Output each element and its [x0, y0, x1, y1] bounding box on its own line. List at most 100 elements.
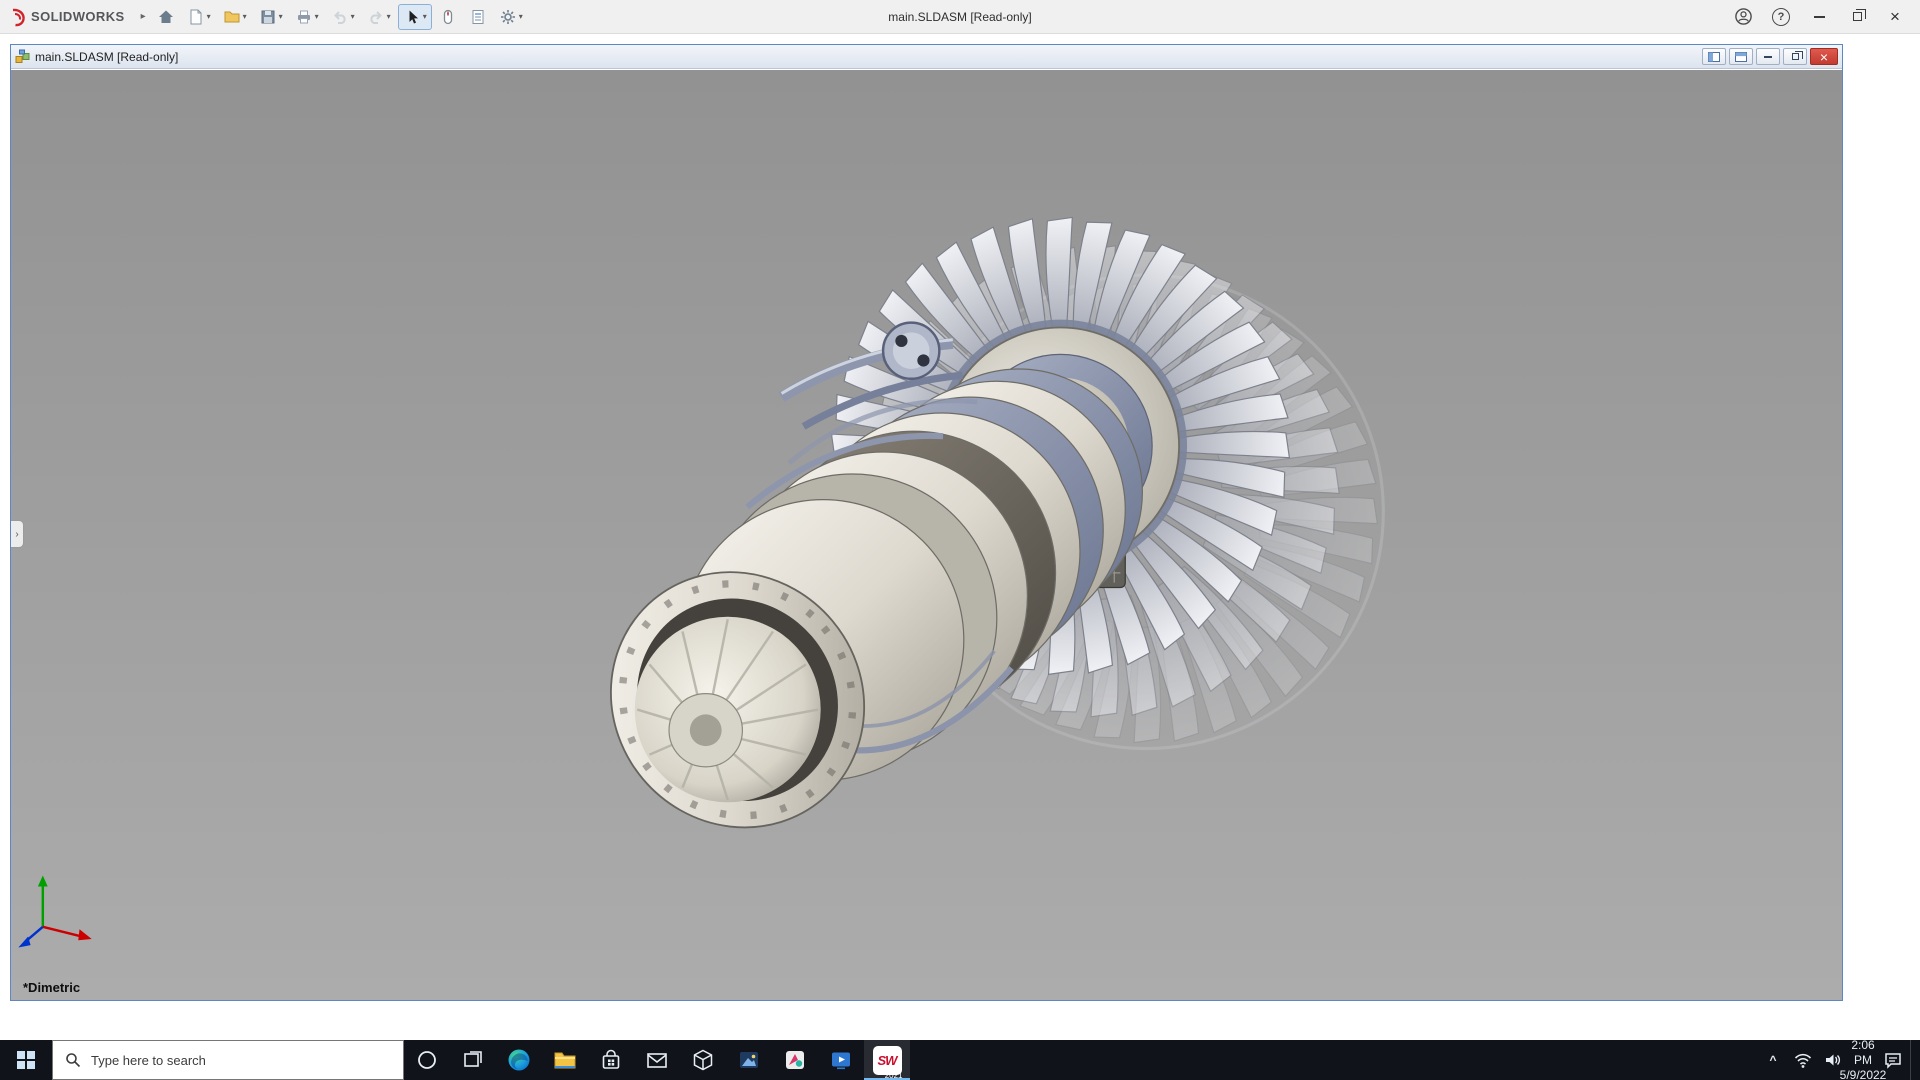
bolt-flange: [883, 323, 939, 379]
account-button[interactable]: [1732, 6, 1754, 28]
file-explorer-icon: [552, 1047, 578, 1073]
solidworks-app-tile: SW 2021: [873, 1046, 902, 1075]
action-center-button[interactable]: [1880, 1040, 1906, 1080]
edge-icon: [506, 1047, 532, 1073]
doc-minimize-icon: [1764, 56, 1772, 58]
doc-minimize-button[interactable]: [1756, 48, 1780, 65]
chevron-up-icon: ^: [1769, 1053, 1776, 1067]
doc-restore-icon: [1792, 53, 1799, 60]
search-icon: [65, 1052, 81, 1068]
print-icon: [295, 8, 313, 26]
document-title: main.SLDASM [Read-only]: [35, 50, 178, 64]
select-arrow-icon: [403, 8, 421, 26]
orientation-triad: [18, 876, 91, 948]
document-titlebar[interactable]: main.SLDASM [Read-only] ×: [11, 45, 1842, 69]
undo-chevron[interactable]: ▾: [351, 12, 355, 21]
wifi-icon: [1793, 1050, 1813, 1070]
solidworks-logo-icon: [6, 7, 26, 27]
start-button[interactable]: [0, 1040, 52, 1080]
cube-3d-icon: [691, 1048, 715, 1072]
new-document-chevron[interactable]: ▾: [207, 12, 211, 21]
save-chevron[interactable]: ▾: [279, 12, 283, 21]
solidworks-app-logo: SW: [878, 1053, 897, 1068]
solidworks-version-badge: 2021: [885, 1071, 903, 1080]
feature-manager-collapse-tab[interactable]: ›: [11, 520, 24, 548]
redo-button[interactable]: ▾: [362, 4, 396, 30]
maximize-restore-button[interactable]: [1846, 6, 1868, 28]
app-icon-movies-tv[interactable]: [818, 1040, 864, 1080]
select-tool-chevron[interactable]: ▾: [423, 12, 427, 21]
app-titlebar: SOLIDWORKS ▸ ▾ ▾ ▾ ▾: [0, 0, 1920, 34]
app-icon-file-explorer[interactable]: [542, 1040, 588, 1080]
open-button[interactable]: ▾: [218, 4, 252, 30]
pane-toggle-top-button[interactable]: [1729, 48, 1753, 65]
network-button[interactable]: [1790, 1040, 1816, 1080]
help-button[interactable]: ?: [1770, 6, 1792, 28]
redo-icon: [367, 8, 385, 26]
main-toolbar: ▾ ▾ ▾ ▾ ▾ ▾ ▾: [152, 4, 528, 30]
photos-icon: [737, 1048, 761, 1072]
document-window-controls: ×: [1702, 48, 1838, 65]
document-properties-button[interactable]: [464, 4, 492, 30]
store-icon: [599, 1048, 623, 1072]
taskbar-search-input[interactable]: Type here to search: [52, 1040, 404, 1080]
doc-restore-button[interactable]: [1783, 48, 1807, 65]
task-view-button[interactable]: [450, 1040, 496, 1080]
gear-icon: [499, 8, 517, 26]
print-button[interactable]: ▾: [290, 4, 324, 30]
tray-overflow-button[interactable]: ^: [1760, 1040, 1786, 1080]
options-chevron[interactable]: ▾: [519, 12, 523, 21]
app-icon-edge[interactable]: [496, 1040, 542, 1080]
pane-toggle-left-button[interactable]: [1702, 48, 1726, 65]
mail-icon: [645, 1048, 669, 1072]
pane-top-icon: [1735, 52, 1747, 62]
new-document-icon: [187, 8, 205, 26]
app-icon-paint-3d[interactable]: [772, 1040, 818, 1080]
help-icon: ?: [1772, 8, 1790, 26]
app-icon-store[interactable]: [588, 1040, 634, 1080]
mouse-gestures-button[interactable]: [434, 4, 462, 30]
redo-chevron[interactable]: ▾: [387, 12, 391, 21]
document-properties-icon: [469, 8, 487, 26]
viewport-3d[interactable]: *Dimetric ›: [11, 70, 1842, 1000]
app-icon-photos[interactable]: [726, 1040, 772, 1080]
app-window-title: main.SLDASM [Read-only]: [888, 10, 1031, 24]
undo-button[interactable]: ▾: [326, 4, 360, 30]
save-button[interactable]: ▾: [254, 4, 288, 30]
paint-3d-icon: [783, 1048, 807, 1072]
show-desktop-button[interactable]: [1910, 1040, 1916, 1080]
minimize-button[interactable]: [1808, 6, 1830, 28]
brand-text: SOLIDWORKS: [31, 9, 125, 24]
close-app-button[interactable]: ×: [1884, 6, 1906, 28]
app-window-controls: ? ×: [1732, 6, 1914, 28]
doc-close-button[interactable]: ×: [1810, 48, 1838, 65]
exhaust-cone: [635, 617, 821, 803]
search-placeholder: Type here to search: [91, 1053, 206, 1068]
doc-close-icon: ×: [1820, 50, 1828, 64]
task-view-icon: [462, 1049, 484, 1071]
options-button[interactable]: ▾: [494, 4, 528, 30]
movies-tv-icon: [829, 1048, 853, 1072]
taskbar-clock[interactable]: 2:06 PM 5/9/2022: [1850, 1040, 1876, 1080]
select-tool-button[interactable]: ▾: [398, 4, 432, 30]
toolbar-flyout-arrow[interactable]: ▸: [141, 11, 146, 22]
save-icon: [259, 8, 277, 26]
pane-left-icon: [1708, 52, 1720, 62]
app-icon-solidworks-2021[interactable]: SW 2021: [864, 1040, 910, 1080]
app-icon-mail[interactable]: [634, 1040, 680, 1080]
solidworks-logo: SOLIDWORKS: [6, 7, 125, 27]
print-chevron[interactable]: ▾: [315, 12, 319, 21]
desktop: SOLIDWORKS ▸ ▾ ▾ ▾ ▾: [0, 0, 1920, 1080]
collapse-arrow-icon: ›: [15, 529, 18, 540]
account-icon: [1734, 7, 1753, 26]
engine-3d-model: [11, 70, 1842, 1000]
open-chevron[interactable]: ▾: [243, 12, 247, 21]
home-button[interactable]: [152, 4, 180, 30]
new-document-button[interactable]: ▾: [182, 4, 216, 30]
cortana-button[interactable]: [404, 1040, 450, 1080]
minimize-icon: [1814, 16, 1825, 18]
system-tray: ^ 2:06 PM 5/9/2022: [1760, 1040, 1920, 1080]
app-icon-3d-viewer[interactable]: [680, 1040, 726, 1080]
home-icon: [157, 8, 175, 26]
open-folder-icon: [223, 8, 241, 26]
